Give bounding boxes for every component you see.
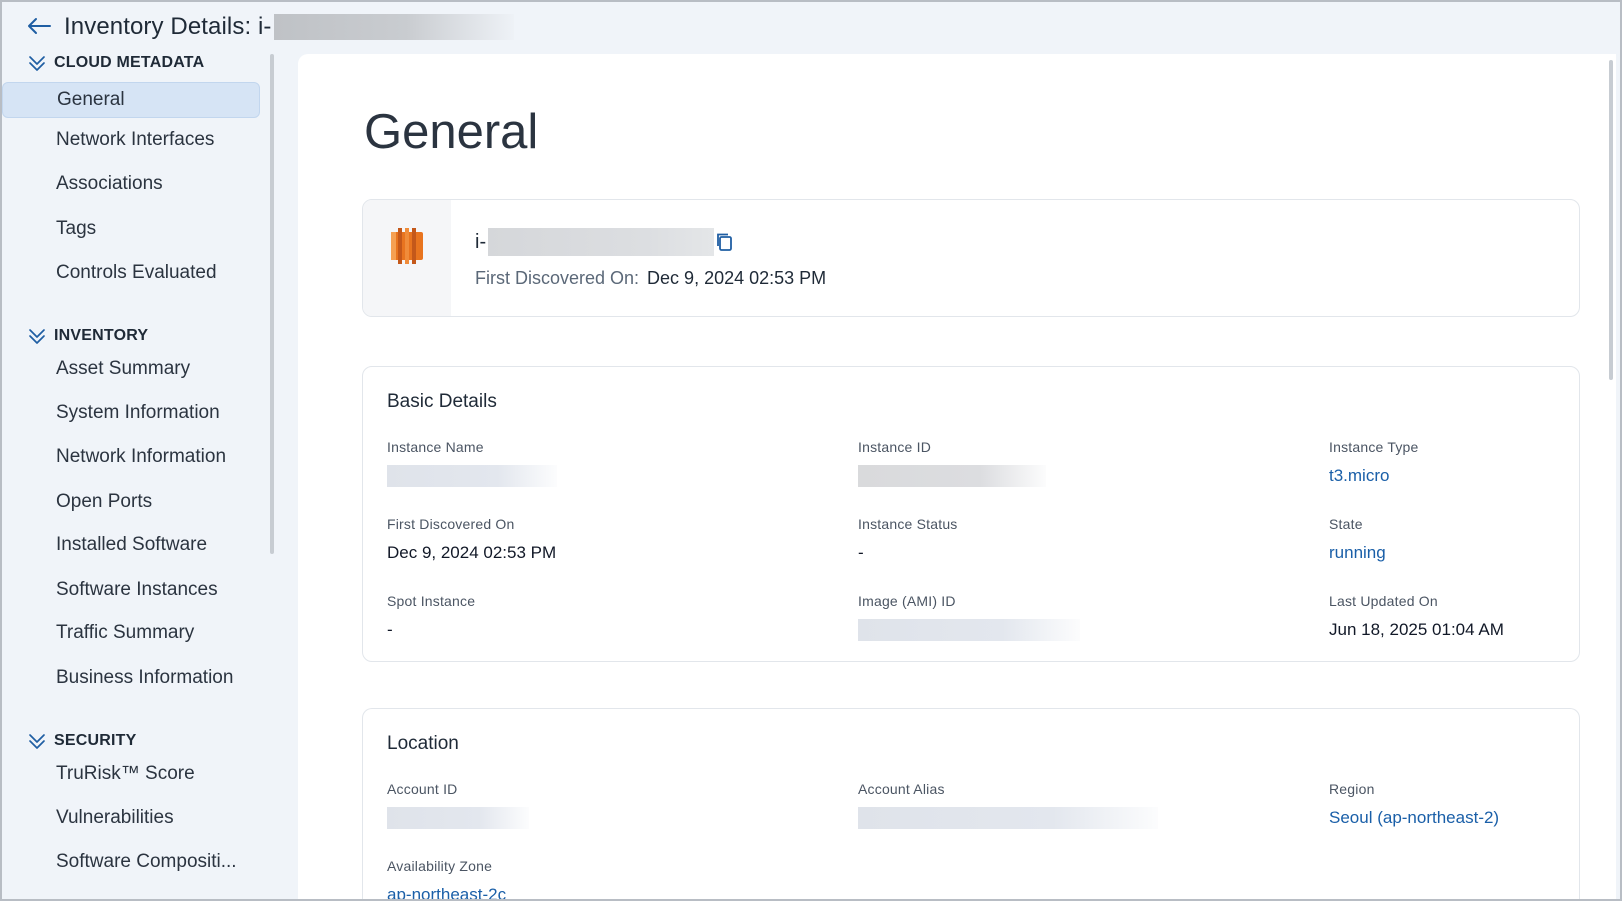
field-label: Instance Name bbox=[387, 439, 484, 455]
first-discovered-value: Dec 9, 2024 02:53 PM bbox=[647, 268, 827, 288]
sidebar-item-vulnerabilities[interactable]: Vulnerabilities bbox=[2, 800, 260, 836]
state-link[interactable]: running bbox=[1329, 543, 1549, 565]
section-heading: SECURITY bbox=[54, 732, 137, 749]
sidebar-item-asset-summary[interactable]: Asset Summary bbox=[2, 351, 260, 387]
sidebar-item-associations[interactable]: Associations bbox=[2, 166, 260, 202]
instance-id-line: i- bbox=[475, 228, 734, 256]
sidebar-item-controls-evaluated[interactable]: Controls Evaluated bbox=[2, 255, 260, 291]
sidebar-item-installed-software[interactable]: Installed Software bbox=[2, 527, 260, 563]
field-label: Instance Status bbox=[858, 516, 958, 532]
section-cloud-metadata[interactable]: CLOUD METADATA bbox=[28, 54, 204, 72]
availability-zone-link[interactable]: ap-northeast-2c bbox=[387, 885, 607, 901]
field-value: - bbox=[387, 620, 393, 639]
aws-ec2-icon bbox=[391, 228, 423, 264]
field-value: Dec 9, 2024 02:53 PM bbox=[387, 543, 557, 562]
sidebar-item-software-instances[interactable]: Software Instances bbox=[2, 572, 260, 608]
section-heading: INVENTORY bbox=[54, 327, 149, 344]
sidebar-item-open-ports[interactable]: Open Ports bbox=[2, 484, 260, 520]
sidebar: CLOUD METADATA General Network Interface… bbox=[0, 54, 298, 901]
page-section-title: General bbox=[364, 105, 539, 159]
section-security[interactable]: SECURITY bbox=[28, 732, 137, 750]
chevron-double-down-icon bbox=[28, 54, 46, 72]
redacted-instance-id bbox=[858, 465, 1046, 487]
field-label: Instance Type bbox=[1329, 439, 1419, 455]
field-label: Image (AMI) ID bbox=[858, 593, 956, 609]
sidebar-item-business-information[interactable]: Business Information bbox=[2, 660, 260, 696]
field-label: Region bbox=[1329, 781, 1375, 797]
section-inventory[interactable]: INVENTORY bbox=[28, 327, 148, 345]
sidebar-item-trurisk-score[interactable]: TruRisk™ Score bbox=[2, 756, 260, 792]
field-value: Jun 18, 2025 01:04 AM bbox=[1329, 620, 1504, 639]
arrow-left-icon bbox=[28, 18, 51, 34]
redacted-instance-name bbox=[387, 465, 557, 487]
chevron-double-down-icon bbox=[28, 327, 46, 345]
basic-details-title: Basic Details bbox=[387, 391, 497, 412]
instance-type-link[interactable]: t3.micro bbox=[1329, 466, 1549, 488]
field-last-updated: Last Updated On Jun 18, 2025 01:04 AM bbox=[1329, 593, 1569, 642]
page-title: Inventory Details: i- bbox=[64, 13, 514, 41]
field-label: State bbox=[1329, 516, 1363, 532]
sidebar-item-network-information[interactable]: Network Information bbox=[2, 439, 260, 475]
sidebar-scrollbar[interactable] bbox=[270, 54, 274, 554]
field-label: First Discovered On bbox=[387, 516, 515, 532]
redacted-account-alias bbox=[858, 807, 1158, 829]
field-value: - bbox=[858, 543, 864, 562]
sidebar-item-software-composition[interactable]: Software Compositi... bbox=[2, 844, 260, 880]
chevron-double-down-icon bbox=[28, 732, 46, 750]
field-state: State running bbox=[1329, 516, 1549, 565]
main-scrollbar[interactable] bbox=[1609, 60, 1613, 380]
sidebar-item-system-information[interactable]: System Information bbox=[2, 395, 260, 431]
region-link[interactable]: Seoul (ap-northeast-2) bbox=[1329, 808, 1569, 830]
field-region: Region Seoul (ap-northeast-2) bbox=[1329, 781, 1569, 830]
redacted-image-id bbox=[858, 619, 1080, 641]
instance-id-prefix: i- bbox=[475, 230, 487, 253]
field-first-discovered: First Discovered On Dec 9, 2024 02:53 PM bbox=[387, 516, 687, 565]
field-label: Availability Zone bbox=[387, 858, 493, 874]
field-account-alias: Account Alias bbox=[858, 781, 1178, 829]
field-label: Account ID bbox=[387, 781, 458, 797]
redacted-account-id bbox=[387, 807, 529, 829]
page-title-text: Inventory Details: i- bbox=[64, 13, 272, 40]
back-button[interactable] bbox=[26, 15, 52, 37]
sidebar-item-network-interfaces[interactable]: Network Interfaces bbox=[2, 122, 260, 158]
field-availability-zone: Availability Zone ap-northeast-2c bbox=[387, 858, 607, 901]
field-label: Last Updated On bbox=[1329, 593, 1438, 609]
header: Inventory Details: i- bbox=[0, 0, 1622, 54]
location-card: Location Account ID Account Alias Region… bbox=[362, 708, 1580, 901]
section-heading: CLOUD METADATA bbox=[54, 54, 205, 71]
field-instance-name: Instance Name bbox=[387, 439, 587, 487]
sidebar-item-general[interactable]: General bbox=[2, 82, 260, 118]
field-label: Instance ID bbox=[858, 439, 932, 455]
instance-summary-card: i- First Discovered On: Dec 9, 2024 02:5… bbox=[362, 199, 1580, 317]
redacted-instance-id bbox=[488, 228, 715, 256]
field-instance-status: Instance Status - bbox=[858, 516, 1078, 565]
location-title: Location bbox=[387, 733, 459, 754]
field-instance-id: Instance ID bbox=[858, 439, 1078, 487]
sidebar-item-tags[interactable]: Tags bbox=[2, 211, 260, 247]
field-image-ami-id: Image (AMI) ID bbox=[858, 593, 1098, 641]
copy-icon[interactable] bbox=[716, 232, 734, 252]
main-panel: General i- First Discovered On: Dec 9, 2… bbox=[298, 54, 1616, 901]
sidebar-item-traffic-summary[interactable]: Traffic Summary bbox=[2, 615, 260, 651]
first-discovered-label: First Discovered On: bbox=[475, 268, 640, 288]
field-instance-type: Instance Type t3.micro bbox=[1329, 439, 1549, 488]
field-label: Spot Instance bbox=[387, 593, 476, 609]
field-spot-instance: Spot Instance - bbox=[387, 593, 607, 642]
basic-details-card: Basic Details Instance Name Instance ID … bbox=[362, 366, 1580, 662]
field-account-id: Account ID bbox=[387, 781, 587, 829]
redacted-instance-id bbox=[273, 14, 514, 40]
first-discovered-line: First Discovered On: Dec 9, 2024 02:53 P… bbox=[475, 268, 826, 289]
service-icon-box bbox=[363, 200, 451, 316]
field-label: Account Alias bbox=[858, 781, 945, 797]
